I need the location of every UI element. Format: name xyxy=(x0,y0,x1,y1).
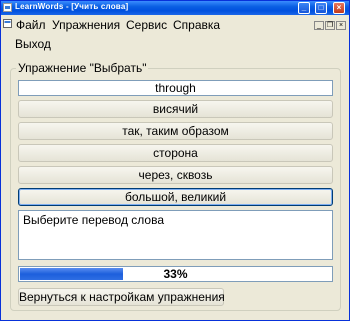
document-icon[interactable] xyxy=(3,19,12,28)
app-icon xyxy=(3,3,12,12)
maximize-button[interactable]: □ xyxy=(315,2,327,14)
close-button[interactable]: × xyxy=(333,2,345,14)
answer-option-button[interactable]: через, сквозь xyxy=(18,166,333,184)
answer-option-button[interactable]: висячий xyxy=(18,100,333,118)
progress-label: 33% xyxy=(163,267,188,281)
menu-help[interactable]: Справка xyxy=(173,18,220,32)
menu-exit[interactable]: Выход xyxy=(15,37,51,51)
mdi-minimize-button[interactable]: _ xyxy=(314,21,324,30)
app-window: LearnWords - [Учить слова] _ □ × Файл Уп… xyxy=(0,0,350,321)
menu-bar: Файл Упражнения Сервис Справка _ ❐ × xyxy=(1,15,349,33)
question-word: through xyxy=(18,80,333,96)
mdi-close-button[interactable]: × xyxy=(336,21,346,30)
menu-service[interactable]: Сервис xyxy=(126,18,167,32)
minimize-button[interactable]: _ xyxy=(298,2,310,14)
window-title: LearnWords - [Учить слова] xyxy=(15,2,129,11)
back-to-settings-button[interactable]: Вернуться к настройкам упражнения xyxy=(18,288,225,306)
exercise-group-title: Упражнение "Выбрать" xyxy=(16,61,149,75)
message-text: Выберите перевод слова xyxy=(18,210,333,260)
mdi-controls: _ ❐ × xyxy=(313,18,346,30)
mdi-restore-button[interactable]: ❐ xyxy=(325,21,335,30)
progress-bar: 33% xyxy=(18,266,333,282)
menu-file[interactable]: Файл xyxy=(16,18,46,32)
title-bar[interactable]: LearnWords - [Учить слова] _ □ × xyxy=(1,1,349,15)
menu-exercises[interactable]: Упражнения xyxy=(52,18,120,32)
answer-option-button[interactable]: так, таким образом xyxy=(18,122,333,140)
answer-option-button[interactable]: сторона xyxy=(18,144,333,162)
answer-option-button[interactable]: большой, великий xyxy=(18,188,333,206)
